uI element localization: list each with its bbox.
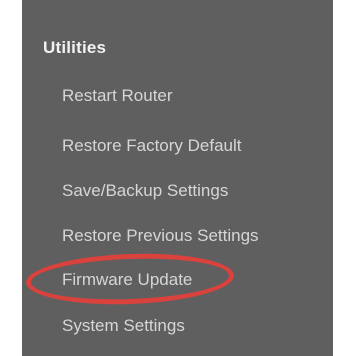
menu-item-system-settings[interactable]: System Settings <box>62 316 185 336</box>
menu-item-restart-router[interactable]: Restart Router <box>62 86 173 106</box>
menu-item-save-backup-settings[interactable]: Save/Backup Settings <box>62 181 228 201</box>
section-title: Utilities <box>43 38 107 57</box>
utilities-sidebar: Utilities Restart Router Restore Factory… <box>22 0 333 356</box>
menu-item-restore-previous-settings[interactable]: Restore Previous Settings <box>62 226 259 246</box>
menu-item-restore-factory-default[interactable]: Restore Factory Default <box>62 136 242 156</box>
menu-item-firmware-update[interactable]: Firmware Update <box>62 270 192 290</box>
